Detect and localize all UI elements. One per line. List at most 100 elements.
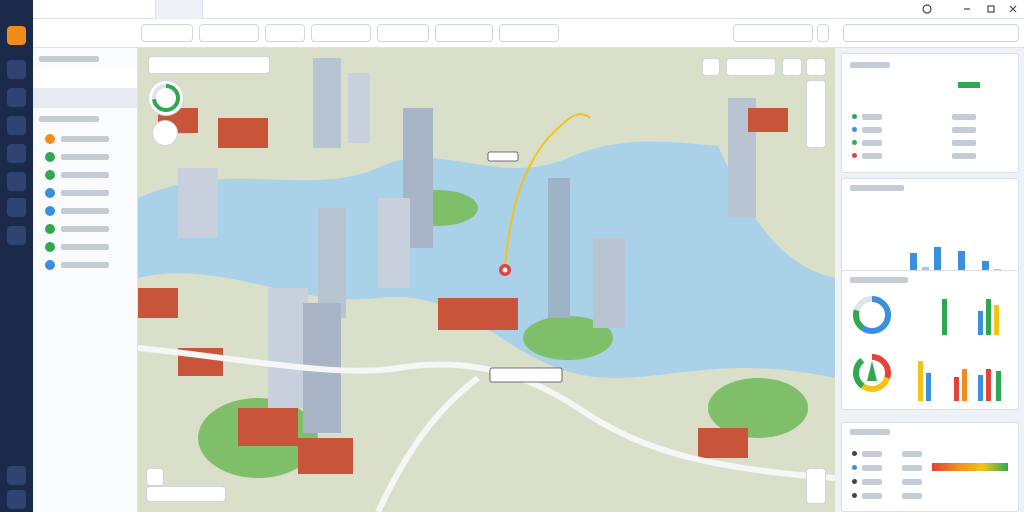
table-row[interactable]	[852, 463, 1012, 473]
kpi-dot-icon	[852, 114, 857, 119]
minimize-icon[interactable]	[962, 4, 972, 14]
map-corner-tools[interactable]	[806, 468, 826, 504]
map-tool-icon[interactable]	[806, 58, 826, 76]
table-row[interactable]	[852, 477, 1012, 487]
compass-icon[interactable]	[7, 198, 26, 217]
sidebar-item-active[interactable]	[33, 88, 137, 108]
row-label	[862, 493, 882, 499]
map-viewport[interactable]	[138, 48, 835, 512]
map-progress-widget[interactable]	[148, 80, 184, 116]
main-toolbar	[33, 19, 1024, 48]
right-panel	[835, 48, 1024, 512]
table-card	[841, 422, 1019, 512]
toolbar-group-4[interactable]	[311, 24, 371, 42]
row-value	[902, 493, 922, 499]
toolbar-group-5[interactable]	[377, 24, 429, 42]
row-label	[862, 479, 882, 485]
sidebar-item-label	[61, 154, 109, 160]
kpi-dot-icon	[852, 127, 857, 132]
row-dot-icon	[852, 479, 857, 484]
gauge-chart	[853, 354, 891, 392]
globe-icon[interactable]	[7, 26, 26, 45]
map-label-callout[interactable]	[489, 367, 563, 383]
sidebar-item-label	[61, 172, 109, 178]
toolbar-group-7[interactable]	[733, 24, 813, 42]
app-rail	[0, 0, 33, 512]
square-icon[interactable]	[7, 466, 26, 485]
map-pin[interactable]	[499, 264, 511, 276]
sidebar-item-label	[61, 208, 109, 214]
menu-icon[interactable]	[817, 24, 829, 42]
donut-chart	[853, 296, 891, 334]
gauges-title	[850, 277, 908, 283]
map-tool-icon[interactable]	[146, 468, 164, 486]
tab-active[interactable]	[155, 0, 203, 19]
row-dot-icon	[852, 493, 857, 498]
help-icon[interactable]	[7, 490, 26, 509]
map-filter-controls[interactable]	[148, 56, 270, 74]
map-tool-icon[interactable]	[702, 58, 720, 76]
sidebar-item-icon	[45, 224, 55, 234]
table-row[interactable]	[852, 449, 1012, 459]
kpi-value	[952, 127, 976, 133]
kpi-row	[852, 125, 1012, 135]
layers-icon[interactable]	[7, 60, 26, 79]
sidebar-item-selected[interactable]	[33, 68, 137, 88]
sidebar-item[interactable]	[43, 240, 133, 254]
kpi-label	[862, 127, 882, 133]
settings-icon[interactable]	[7, 226, 26, 245]
kpi-row	[852, 151, 1012, 161]
user-icon[interactable]	[922, 4, 932, 14]
kpi-value	[952, 140, 976, 146]
table-row[interactable]	[852, 491, 1012, 501]
zoom-control[interactable]	[435, 24, 493, 42]
map-label-tag[interactable]	[487, 151, 519, 162]
kpi-dot-icon	[852, 153, 857, 158]
row-value	[902, 451, 922, 457]
map-tool-group[interactable]	[726, 58, 776, 76]
sidebar-item-label	[61, 136, 109, 142]
gauges-card	[841, 270, 1019, 410]
kpi-card-title	[850, 62, 890, 68]
kpi-label	[862, 153, 882, 159]
sidebar-item[interactable]	[43, 186, 133, 200]
kpi-row	[852, 112, 1012, 122]
map-zoom-controls[interactable]	[806, 80, 826, 148]
compass-icon[interactable]	[152, 120, 178, 146]
toolbar-group-3[interactable]	[265, 24, 305, 42]
sidebar-item[interactable]	[43, 204, 133, 218]
sidebar-item-label	[61, 244, 109, 250]
sidebar-item[interactable]	[43, 258, 133, 272]
toolbar-group-1[interactable]	[141, 24, 193, 42]
monitor-icon[interactable]	[7, 144, 26, 163]
document-icon[interactable]	[7, 172, 26, 191]
toolbar-group-6[interactable]	[499, 24, 559, 42]
kpi-value	[952, 114, 976, 120]
row-dot-icon	[852, 465, 857, 470]
sidebar-item[interactable]	[43, 132, 133, 146]
progress-ring-icon	[152, 84, 180, 112]
sidebar-item-label	[61, 262, 109, 268]
sidebar-section-title	[39, 116, 99, 122]
close-icon[interactable]	[1008, 4, 1018, 14]
sidebar-item-icon	[45, 152, 55, 162]
chart-icon[interactable]	[7, 88, 26, 107]
sidebar-item[interactable]	[43, 150, 133, 164]
sidebar-item[interactable]	[43, 222, 133, 236]
row-value	[902, 465, 922, 471]
sidebar-item-icon	[45, 134, 55, 144]
maximize-icon[interactable]	[986, 4, 996, 14]
gear-icon[interactable]	[7, 116, 26, 135]
map-bottom-tools[interactable]	[146, 486, 226, 502]
title-bar	[0, 0, 1024, 19]
sidebar-item-icon	[45, 260, 55, 270]
map-tool-icon[interactable]	[782, 58, 802, 76]
row-label	[862, 451, 882, 457]
toolbar-group-2[interactable]	[199, 24, 259, 42]
kpi-value	[952, 153, 976, 159]
table-card-title	[850, 429, 890, 435]
sidebar-item-icon	[45, 242, 55, 252]
bar-chart-title	[850, 185, 904, 191]
sidebar-item[interactable]	[43, 168, 133, 182]
toolbar-group-8[interactable]	[843, 24, 1019, 42]
